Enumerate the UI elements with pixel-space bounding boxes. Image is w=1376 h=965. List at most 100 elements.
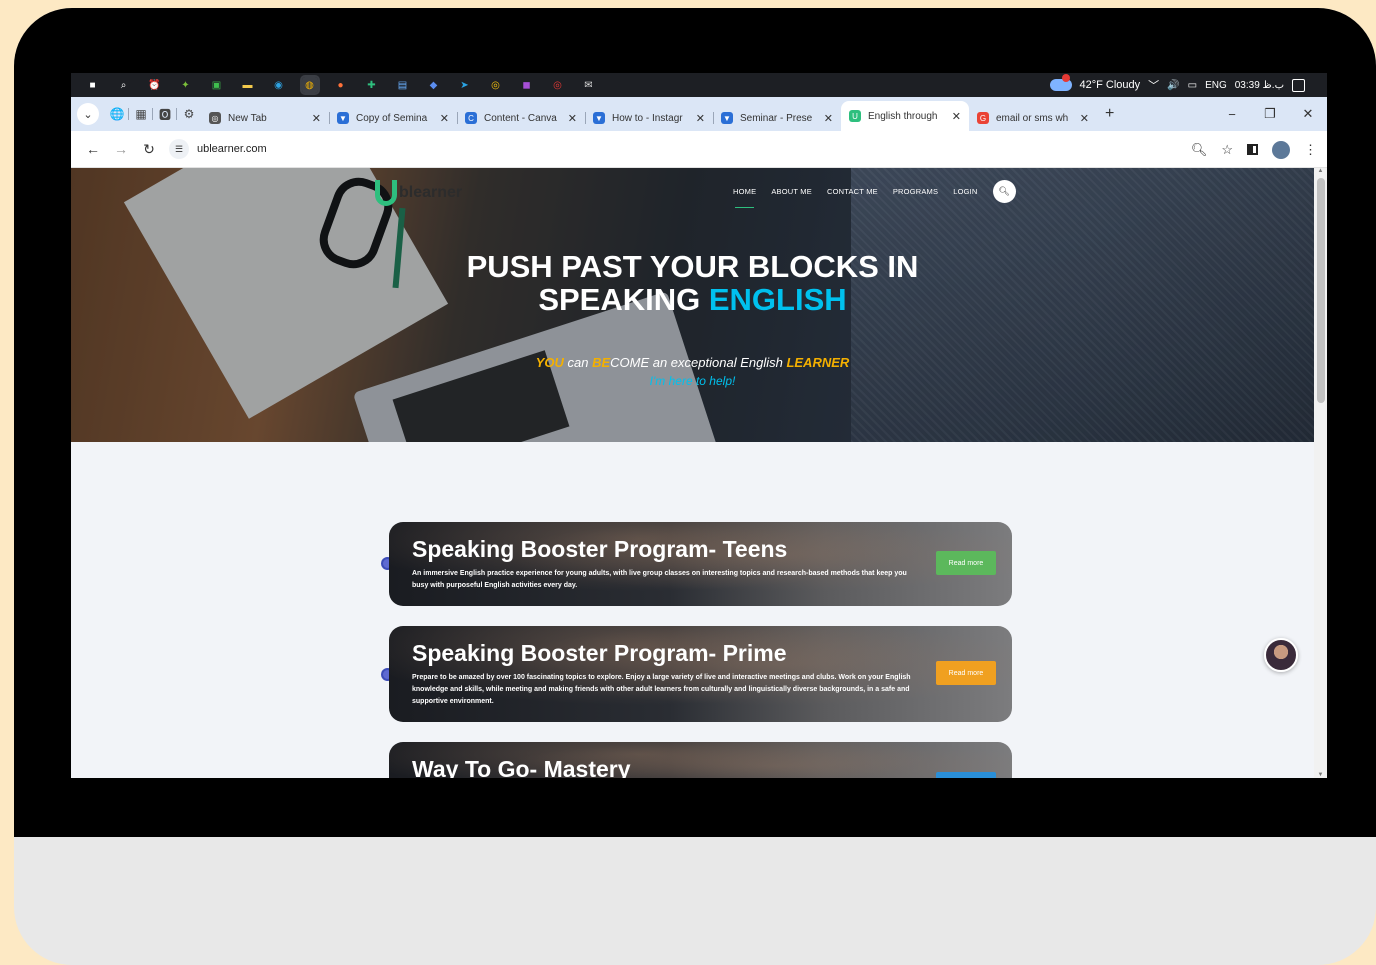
language-indicator[interactable]: ENG: [1205, 80, 1227, 91]
taskbar-alarm-icon[interactable]: ⏰: [147, 77, 163, 93]
new-tab-button[interactable]: +: [1105, 105, 1114, 123]
tab-title: How to - Instagr: [612, 112, 683, 124]
tab-close-icon[interactable]: ✕: [952, 110, 961, 123]
taskbar-apps: ■ ⌕ ⏰ ✦ ▣ ▬ ◉ ◍ ● ✚ ▤ ◆ ➤ ◎ ◼ ◎ ✉: [77, 75, 604, 95]
restore-button[interactable]: ❐: [1251, 106, 1289, 122]
program-title: Speaking Booster Program- Teens: [412, 536, 788, 562]
zoom-icon[interactable]: 🔍︎: [1191, 142, 1208, 158]
taskbar-app-green-2-icon[interactable]: ▣: [209, 77, 225, 93]
logo-u-icon: [375, 180, 397, 206]
chat-widget-avatar[interactable]: [1264, 638, 1298, 672]
program-card-mastery[interactable]: Way To Go- Mastery: [389, 742, 1012, 778]
address-bar[interactable]: ☰ ublearner.com: [169, 136, 267, 162]
scrollbar-thumb[interactable]: [1317, 178, 1325, 403]
tab-favicon-icon: ◎: [209, 112, 221, 124]
browser-tab[interactable]: ▼ Seminar - Prese ✕: [713, 105, 841, 131]
page-scrollbar[interactable]: ▲ ▼: [1314, 168, 1327, 778]
menu-programs[interactable]: PROGRAMS: [893, 187, 938, 196]
minimize-button[interactable]: −: [1213, 107, 1251, 122]
browser-tab[interactable]: ◎ New Tab ✕: [201, 105, 329, 131]
site-logo[interactable]: blearner: [375, 180, 462, 206]
taskbar-windows-start-icon[interactable]: ■: [85, 77, 101, 93]
taskbar-file-explorer-icon[interactable]: ▬: [240, 77, 256, 93]
tagline-be: BE: [592, 355, 611, 370]
tab-close-icon[interactable]: ✕: [312, 112, 321, 125]
hero-help-text: I'm here to help!: [649, 374, 736, 388]
headline-line-1: PUSH PAST YOUR BLOCKS IN: [466, 249, 919, 284]
url-text[interactable]: ublearner.com: [197, 143, 267, 155]
taskbar-edge-icon[interactable]: ◉: [271, 77, 287, 93]
tab-title: Copy of Semina: [356, 112, 428, 124]
pinned-tab-icon[interactable]: 🌐: [105, 103, 129, 125]
more-menu-icon[interactable]: ⋮: [1304, 142, 1317, 158]
program-card-prime[interactable]: Speaking Booster Program- Prime Prepare …: [389, 626, 1012, 722]
tab-title: Seminar - Prese: [740, 112, 813, 124]
tagline-come: COME an exceptional English: [610, 355, 787, 370]
tab-close-icon[interactable]: ✕: [1080, 112, 1089, 125]
tab-close-icon[interactable]: ✕: [440, 112, 449, 125]
toolbar-actions: 🔍︎ ☆ ⋮: [1191, 131, 1317, 168]
scroll-up-arrow[interactable]: ▲: [1314, 168, 1327, 174]
taskbar-app-purple-icon[interactable]: ◼: [519, 77, 535, 93]
side-panel-icon[interactable]: [1247, 144, 1258, 155]
program-card-teens[interactable]: Speaking Booster Program- Teens An immer…: [389, 522, 1012, 606]
taskbar-firefox-icon[interactable]: ●: [333, 77, 349, 93]
pinned-tab-icon[interactable]: ▦: [128, 103, 153, 125]
taskbar-app-green-1-icon[interactable]: ✦: [178, 77, 194, 93]
taskbar-search-icon[interactable]: ⌕: [116, 77, 132, 93]
browser-tab[interactable]: ▼ Copy of Semina ✕: [329, 105, 457, 131]
read-more-button[interactable]: Read more: [936, 551, 996, 575]
card-photo: [389, 522, 1012, 606]
back-button[interactable]: ←: [79, 141, 107, 157]
menu-contact-me[interactable]: CONTACT ME: [827, 187, 878, 196]
browser-tab[interactable]: Gemail or sms wh ✕: [969, 105, 1097, 131]
scroll-down-arrow[interactable]: ▼: [1314, 772, 1327, 778]
menu-home[interactable]: HOME: [733, 187, 756, 208]
tab-search-icon[interactable]: ⌄: [77, 103, 99, 125]
device-frame: ■ ⌕ ⏰ ✦ ▣ ▬ ◉ ◍ ● ✚ ▤ ◆ ➤ ◎ ◼ ◎ ✉ 42°F Cloudy ﹀ 🔊 ▭ ENG …: [14, 8, 1376, 965]
pinned-tab-icon[interactable]: 🅾: [152, 103, 177, 125]
hero-headline: PUSH PAST YOUR BLOCKS IN SPEAKING ENGLIS…: [71, 250, 1314, 316]
site-info-icon[interactable]: ☰: [169, 139, 189, 159]
read-more-button[interactable]: [936, 772, 996, 778]
hero-tagline: YOU can BECOME an exceptional English LE…: [71, 355, 1314, 370]
taskbar-chrome-icon[interactable]: ◍: [299, 75, 320, 95]
weather-text[interactable]: 42°F Cloudy: [1080, 79, 1141, 91]
program-description: An immersive English practice experience…: [412, 570, 907, 589]
read-more-button[interactable]: Read more: [936, 661, 996, 685]
tab-close-icon[interactable]: ✕: [824, 112, 833, 125]
volume-icon[interactable]: 🔊: [1167, 80, 1179, 91]
tab-favicon-icon: ▼: [721, 112, 733, 124]
taskbar-app-blue-icon[interactable]: ◆: [426, 77, 442, 93]
site-search-icon[interactable]: 🔍︎: [992, 180, 1016, 203]
browser-tab[interactable]: ▼ How to - Instagr ✕: [585, 105, 713, 131]
menu-login[interactable]: LOGIN: [953, 187, 977, 196]
network-icon[interactable]: ▭: [1188, 80, 1197, 91]
browser-tab[interactable]: U English through ✕: [841, 101, 969, 131]
tab-close-icon[interactable]: ✕: [568, 112, 577, 125]
tab-title: New Tab: [228, 112, 267, 124]
taskbar-remote-desktop-icon[interactable]: ▤: [395, 77, 411, 93]
notification-icon[interactable]: [1292, 78, 1305, 92]
close-window-button[interactable]: ✕: [1289, 106, 1327, 122]
tab-title: Content - Canva: [484, 112, 557, 124]
clock[interactable]: 03:39 ب.ظ: [1235, 80, 1284, 91]
bookmark-star-icon[interactable]: ☆: [1221, 142, 1233, 158]
weather-icon[interactable]: [1049, 74, 1072, 91]
tab-close-icon[interactable]: ✕: [696, 112, 705, 125]
taskbar-telegram-icon[interactable]: ➤: [457, 77, 473, 93]
tab-favicon-icon: ▼: [337, 112, 349, 124]
taskbar-app-multi-icon[interactable]: ✚: [364, 77, 380, 93]
forward-button[interactable]: →: [107, 141, 135, 157]
program-title: Speaking Booster Program- Prime: [412, 640, 787, 666]
taskbar-app-mail-icon[interactable]: ✉: [581, 77, 597, 93]
profile-avatar[interactable]: [1272, 140, 1290, 159]
menu-about-me[interactable]: ABOUT ME: [771, 187, 812, 196]
reload-button[interactable]: ↻: [135, 141, 163, 158]
pinned-tab-icon[interactable]: ⚙: [176, 103, 201, 125]
browser-tab[interactable]: C Content - Canva ✕: [457, 105, 585, 131]
taskbar-app-yellow-icon[interactable]: ◎: [488, 77, 504, 93]
taskbar-app-red-icon[interactable]: ◎: [550, 77, 566, 93]
chevron-up-icon[interactable]: ﹀: [1148, 77, 1159, 93]
tagline-you: YOU: [535, 355, 564, 370]
